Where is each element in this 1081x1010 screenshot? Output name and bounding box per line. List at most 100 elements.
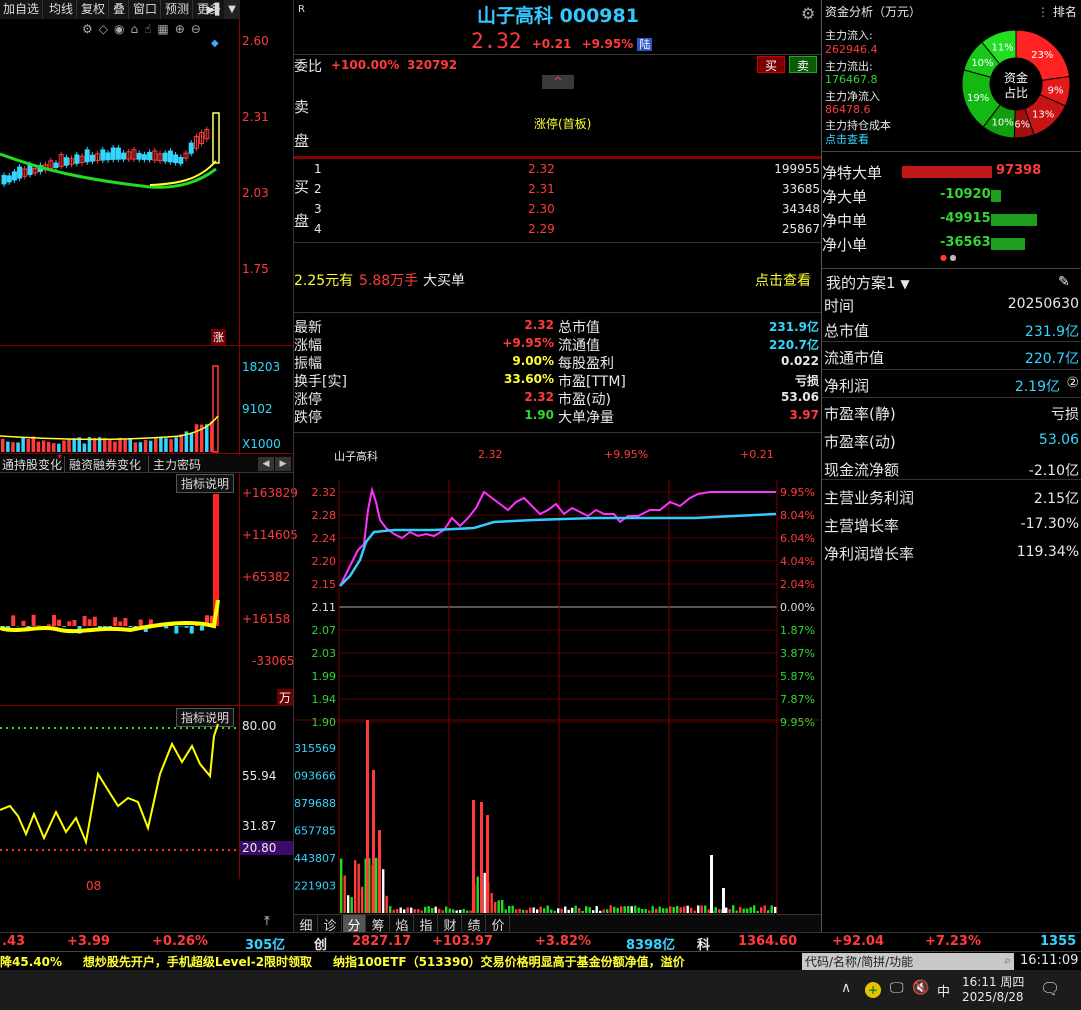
intraday-volume-bar <box>413 909 416 913</box>
collapse-chevron-button[interactable]: ^ <box>542 75 574 89</box>
intraday-volume-spike <box>472 800 475 913</box>
toolbar-arrow-button[interactable]: ▶▌ <box>206 0 224 19</box>
stat-value: 3.97 <box>789 408 819 422</box>
bottom-tab[interactable]: 财 <box>439 915 462 934</box>
show-hidden-icons-icon[interactable]: ∧ <box>841 980 851 996</box>
bottom-tab[interactable]: 指 <box>415 915 438 934</box>
intraday-volume-bar <box>655 908 658 913</box>
bottom-tab[interactable]: 绩 <box>463 915 486 934</box>
tab-next-button[interactable]: ▶ <box>275 457 291 471</box>
stat-label: 市盈(动) <box>558 392 611 408</box>
sell-button[interactable]: 卖 <box>789 56 817 73</box>
settings-icon[interactable]: ⚙ <box>801 4 815 23</box>
volume-bar <box>62 440 66 452</box>
intraday-volume-bar <box>595 906 598 913</box>
news-text[interactable]: 降45.40% 想炒股先开户，手机超级Level-2限时领取 纳指100ETF（… <box>0 953 800 970</box>
plan-row-label: 现金流净额 <box>824 461 900 479</box>
tab-prev-button[interactable]: ◀ <box>258 457 274 471</box>
intraday-volume-bar <box>476 876 479 913</box>
weibi-row: 委比 +100.00% 320792 买 卖 <box>294 56 822 75</box>
edit-icon[interactable]: ✎ <box>1058 274 1070 290</box>
ticker-item: +103.97 <box>432 934 494 949</box>
toolbar-button-3[interactable]: 叠 <box>110 0 130 19</box>
intraday-volume-bar <box>690 907 693 913</box>
rank-link[interactable]: ⋮ 排名 <box>1037 3 1077 20</box>
bottom-tab[interactable]: 细 <box>295 915 318 934</box>
fund-title: 资金分析（万元） <box>825 5 922 19</box>
intraday-volume-bar <box>469 910 472 913</box>
volume-bar <box>179 434 183 452</box>
intraday-price-label: 2.11 <box>312 601 337 614</box>
more-icon: ⋮ <box>1037 5 1049 19</box>
intraday-volume-bar <box>403 909 406 913</box>
search-input[interactable]: 代码/名称/简拼/功能 ⌕ <box>802 953 1014 970</box>
ind2-label: 55.94 <box>242 769 277 783</box>
candle <box>105 152 111 161</box>
bottom-tab[interactable]: 焰 <box>391 915 414 934</box>
bottom-tab[interactable]: 分 <box>343 915 366 934</box>
intraday-volume-bar <box>658 906 661 913</box>
page-dots[interactable]: ● ● <box>940 253 957 262</box>
volume-muted-icon[interactable]: 🔇 <box>912 980 929 996</box>
ind1-bar <box>31 614 36 626</box>
weibi-label: 委比 <box>294 59 322 75</box>
tab-holding-change[interactable]: 通持股变化 <box>0 456 64 473</box>
candle <box>121 152 127 160</box>
bottom-tab[interactable]: 筹 <box>367 915 390 934</box>
toolbar-button-1[interactable]: 均线 <box>46 0 78 19</box>
big-order-text: 大买单 <box>423 273 465 289</box>
search-icon: ⌕ <box>1004 953 1011 967</box>
volume-bar <box>26 439 30 452</box>
app-tray-icon[interactable]: + <box>865 982 881 998</box>
ime-indicator[interactable]: 中 <box>937 981 950 1000</box>
plan-row-value: -17.30% <box>1020 516 1079 532</box>
toolbar-button-0[interactable]: 加自选 <box>0 0 44 19</box>
intraday-volume-bar <box>662 908 665 913</box>
candle <box>17 166 23 179</box>
price-line: 2.32 +0.21 +9.95% 陆 <box>471 29 653 53</box>
toolbar-button-2[interactable]: 复权 <box>78 0 110 19</box>
intraday-volume-bar <box>455 910 458 913</box>
bottom-tab[interactable]: 价 <box>487 915 510 934</box>
ticker-item: .43 <box>2 934 26 949</box>
intraday-volume-bar <box>431 908 434 913</box>
toolbar-button-5[interactable]: 预测 <box>162 0 194 19</box>
kline-price-label: 1.75 <box>242 262 269 276</box>
intraday-volume-bar <box>410 907 413 913</box>
plan-title[interactable]: 我的方案1 ▼ <box>826 272 910 293</box>
intraday-volume-bar <box>581 910 584 913</box>
network-icon[interactable]: 🖵 <box>890 980 904 996</box>
tab-main-force-code[interactable]: 主力密码 <box>148 456 205 473</box>
ind1-bar <box>123 617 128 626</box>
big-order-row: 2.25元有 5.88万手 大买单 点击查看 <box>294 270 822 290</box>
notification-icon[interactable]: 🗨 <box>1040 979 1060 998</box>
toolbar-button-4[interactable]: 窗口 <box>130 0 162 19</box>
ind2-label: 31.87 <box>242 819 277 833</box>
intraday-pct-label: 2.04% <box>780 578 815 591</box>
bid-level-number: 2 <box>314 182 322 196</box>
cost-link[interactable]: 点击查看 <box>825 131 869 147</box>
clock: 16:11:09 <box>1020 953 1079 968</box>
taskbar-time[interactable]: 16:11 周四 <box>962 973 1024 990</box>
taskbar-date[interactable]: 2025/8/28 <box>962 990 1024 1004</box>
intraday-volume-bar <box>739 907 742 913</box>
ind1-bar <box>72 620 77 626</box>
tab-margin-change[interactable]: 融资融券变化 <box>64 456 145 473</box>
intraday-price: 2.32 <box>478 448 503 461</box>
intraday-volume-bar <box>648 910 651 913</box>
bid-volume: 33685 <box>781 182 820 196</box>
windows-taskbar: ∧ + 🖵 🔇 中 16:11 周四 2025/8/28 🗨 <box>0 970 1081 1010</box>
intraday-volume-bar <box>753 905 756 913</box>
buy-button[interactable]: 买 <box>757 56 785 73</box>
volume-bar <box>41 440 46 452</box>
net-inflow-value: 86478.6 <box>825 103 871 116</box>
bid-volume: 199955 <box>774 162 820 176</box>
toolbar-dropdown-button[interactable]: ▼ <box>224 0 240 19</box>
plan-row-label: 主营业务利润 <box>824 489 915 507</box>
intraday-volume-bar <box>679 907 682 913</box>
intraday-volume-bar <box>749 907 752 913</box>
scroll-top-icon[interactable]: ⤒ <box>264 914 270 929</box>
big-order-link[interactable]: 点击查看 <box>755 270 811 290</box>
bottom-tab[interactable]: 诊 <box>319 915 342 934</box>
plan-row-label: 流通市值 <box>824 349 885 367</box>
